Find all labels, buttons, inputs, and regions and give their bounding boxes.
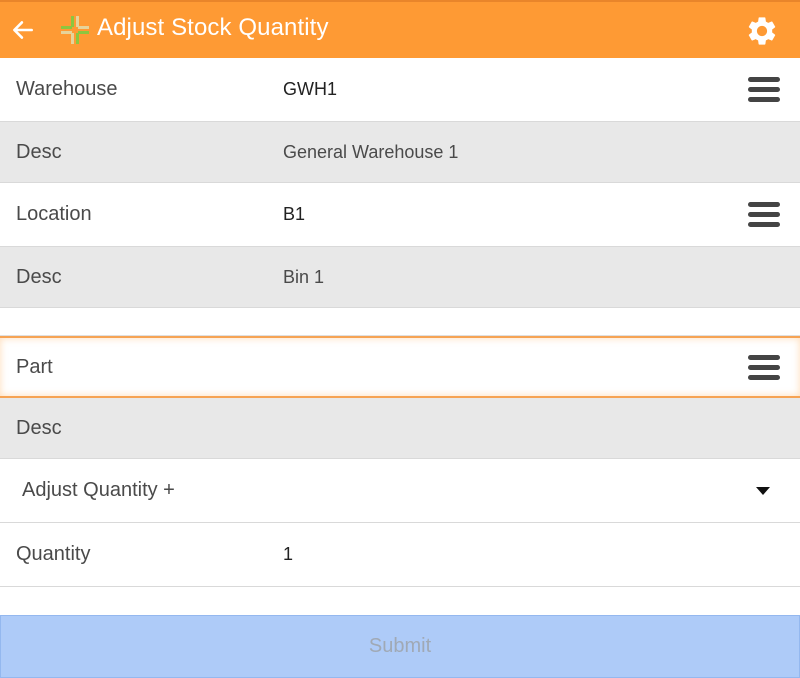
- hamburger-menu-icon-line: [748, 87, 780, 92]
- page-title: Adjust Stock Quantity: [97, 14, 329, 41]
- caret-down-icon: [756, 486, 770, 495]
- submit-button[interactable]: Submit: [0, 615, 800, 678]
- adjust-type-selected: Adjust Quantity +: [22, 479, 175, 501]
- quantity-row: Quantity: [0, 523, 800, 587]
- location-value[interactable]: B1: [283, 204, 305, 225]
- part-label: Part: [16, 355, 53, 378]
- warehouse-desc-value: General Warehouse 1: [283, 141, 459, 162]
- warehouse-value[interactable]: GWH1: [283, 79, 337, 100]
- part-row[interactable]: Part: [0, 336, 800, 398]
- warehouse-label: Warehouse: [16, 78, 118, 100]
- adjust-type-select[interactable]: Adjust Quantity +: [0, 459, 800, 523]
- hamburger-menu-icon: [748, 202, 780, 207]
- hamburger-menu-icon-line: [748, 222, 780, 227]
- settings-button[interactable]: [742, 11, 782, 51]
- quantity-label: Quantity: [16, 543, 91, 565]
- location-lookup-button[interactable]: [746, 197, 782, 233]
- app-header: Adjust Stock Quantity: [0, 0, 800, 58]
- warehouse-lookup-button[interactable]: [746, 72, 782, 108]
- warehouse-desc-row: Desc General Warehouse 1: [0, 122, 800, 183]
- location-label: Location: [16, 203, 92, 225]
- part-desc-label: Desc: [16, 416, 62, 439]
- location-row[interactable]: Location B1: [0, 183, 800, 247]
- warehouse-row[interactable]: Warehouse GWH1: [0, 58, 800, 122]
- section-divider: [0, 308, 800, 336]
- quantity-input[interactable]: [283, 544, 723, 565]
- back-button[interactable]: [6, 8, 40, 52]
- hamburger-menu-icon-line: [748, 374, 780, 380]
- hamburger-menu-icon-line: [748, 97, 780, 102]
- hamburger-menu-icon-line: [748, 364, 780, 370]
- warehouse-desc-label: Desc: [16, 140, 62, 163]
- part-lookup-button[interactable]: [746, 349, 782, 385]
- location-desc-value: Bin 1: [283, 266, 325, 287]
- hamburger-menu-icon: [748, 77, 780, 82]
- app-logo-cross-icon: [61, 16, 89, 44]
- location-desc-label: Desc: [16, 265, 62, 288]
- hamburger-menu-icon: [748, 354, 780, 360]
- gear-icon: [748, 17, 776, 45]
- part-desc-row: Desc: [0, 398, 800, 459]
- stock-adjust-form: Warehouse GWH1 Desc General Warehouse 1 …: [0, 58, 800, 587]
- hamburger-menu-icon-line: [748, 212, 780, 217]
- arrow-left-icon: [13, 21, 33, 39]
- location-desc-row: Desc Bin 1: [0, 247, 800, 308]
